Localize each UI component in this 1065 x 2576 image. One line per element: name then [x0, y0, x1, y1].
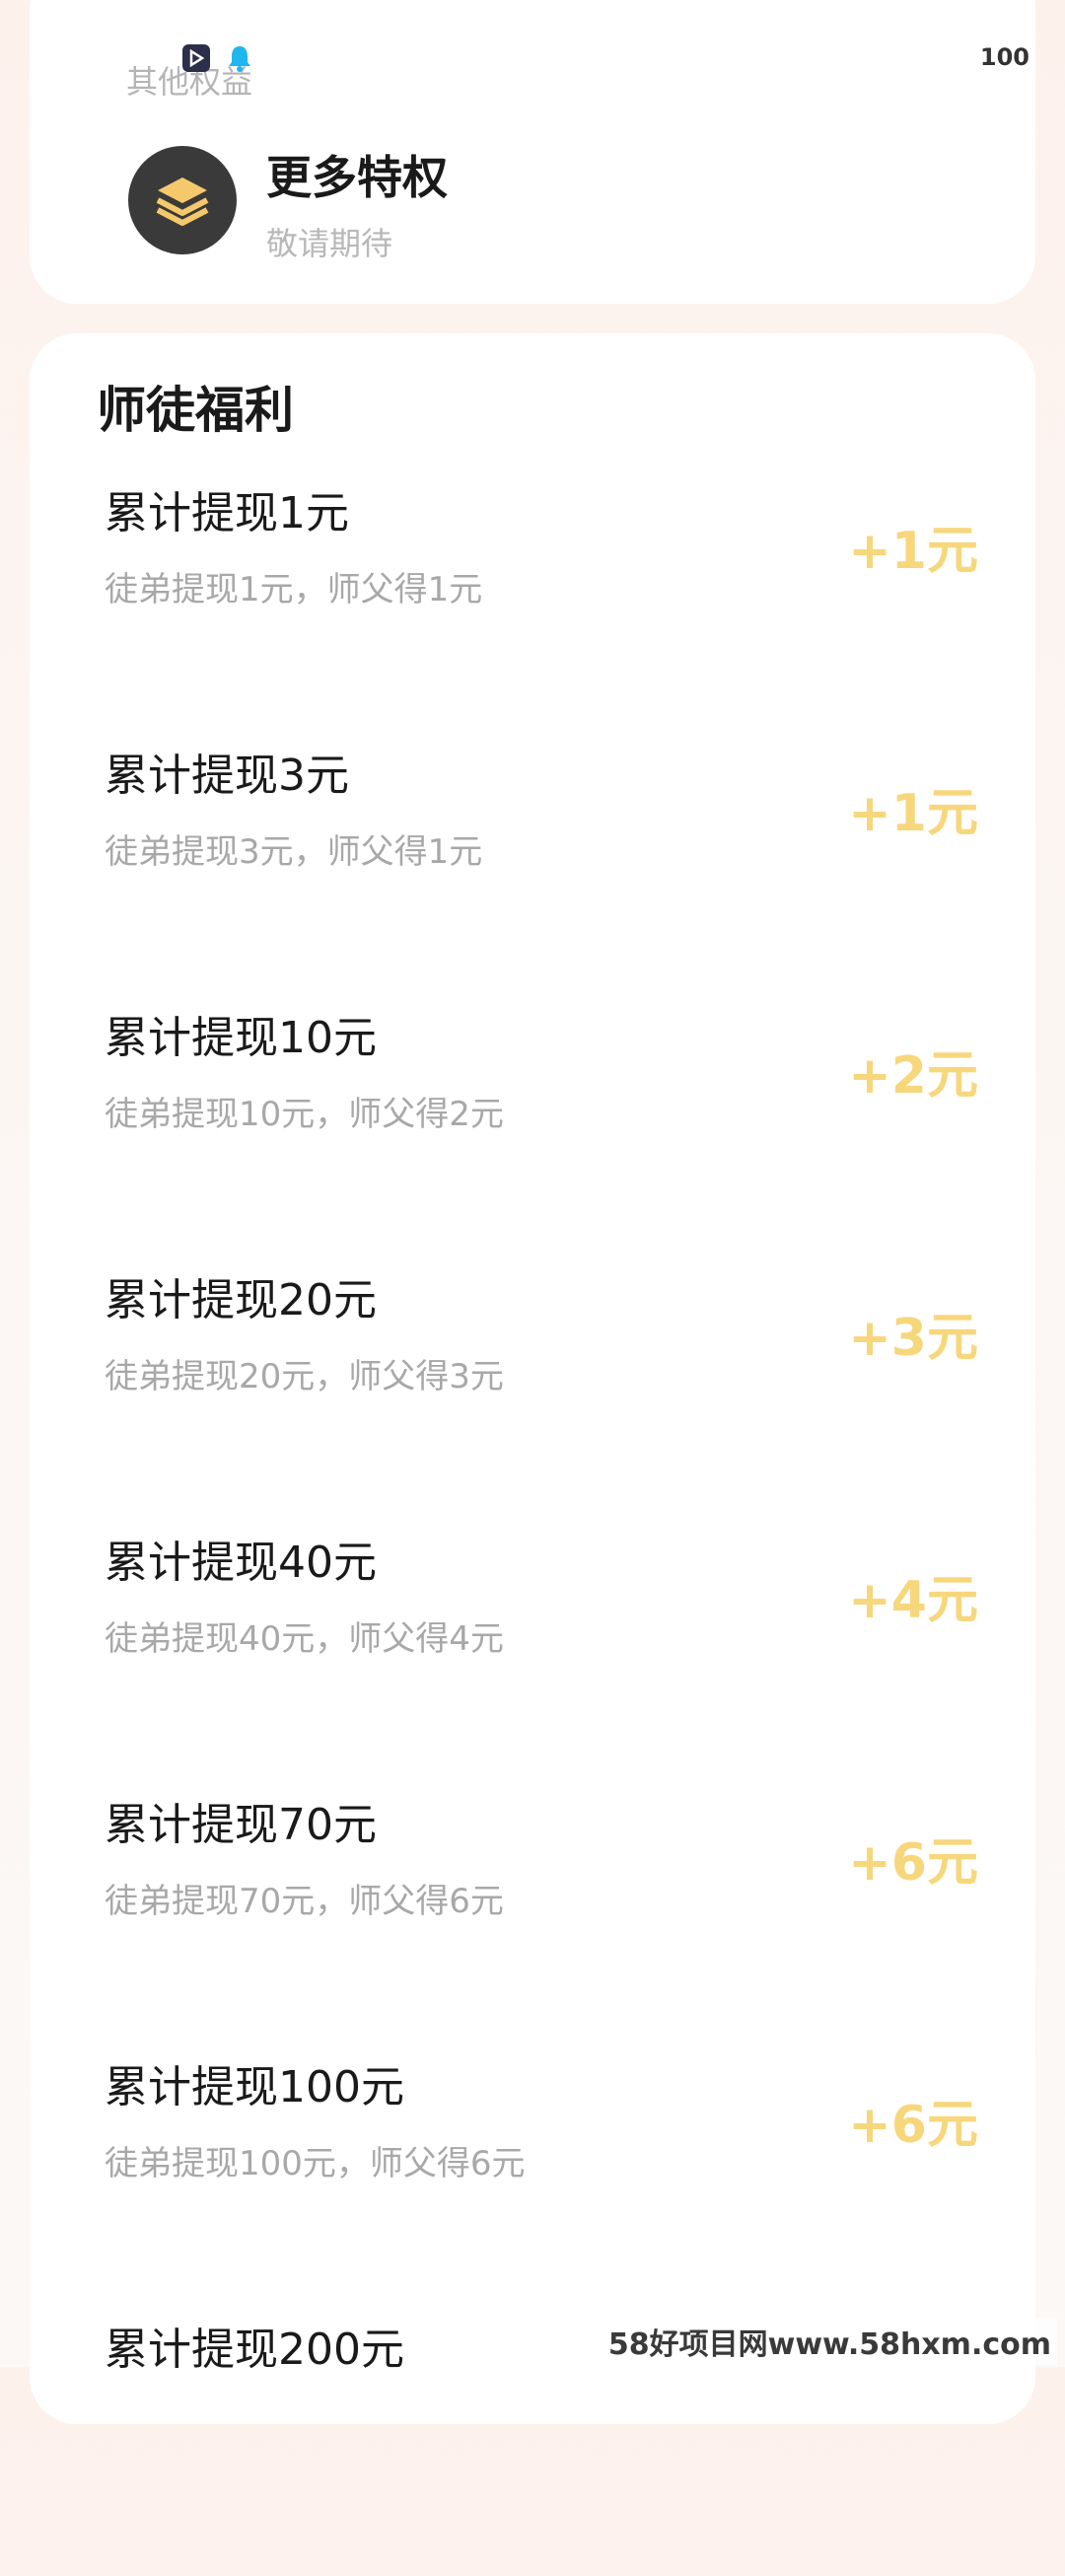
reward-item[interactable]: 累计提现20元 徒弟提现20元，师父得3元 +3元 — [30, 1264, 1035, 1527]
reward-item[interactable]: 累计提现3元 徒弟提现3元，师父得1元 +1元 — [30, 740, 1035, 1002]
reward-amount: +4元 — [848, 1571, 978, 1630]
reward-list: 累计提现1元 徒弟提现1元，师父得1元 +1元 累计提现3元 徒弟提现3元，师父… — [30, 477, 1035, 2576]
more-privileges-title[interactable]: 更多特权 — [266, 142, 448, 207]
reward-item[interactable]: 累计提现40元 徒弟提现40元，师父得4元 +4元 — [30, 1527, 1035, 1789]
video-app-icon — [179, 41, 213, 75]
section-title-mentor-benefits: 师徒福利 — [97, 382, 294, 439]
site-watermark: 58好项目网www.58hxm.com — [602, 2318, 1057, 2365]
reward-description: 徒弟提现70元，师父得6元 — [105, 1882, 504, 1921]
reward-amount: +6元 — [848, 2096, 978, 2155]
reward-item[interactable]: 累计提现10元 徒弟提现10元，师父得2元 +2元 — [30, 1002, 1035, 1264]
reward-title: 累计提现3元 — [105, 751, 349, 801]
reward-item[interactable]: 累计提现1元 徒弟提现1元，师父得1元 +1元 — [30, 477, 1035, 740]
reward-amount: +3元 — [848, 1309, 978, 1368]
reward-title: 累计提现100元 — [105, 2062, 404, 2112]
reward-title: 累计提现40元 — [105, 1538, 377, 1588]
reward-title: 累计提现20元 — [105, 1275, 377, 1325]
reward-description: 徒弟提现20元，师父得3元 — [105, 1357, 504, 1396]
status-bar-icons — [179, 41, 256, 75]
qq-bell-icon — [223, 41, 256, 75]
reward-title: 累计提现200元 — [105, 2325, 404, 2375]
more-privileges-subtitle: 敬请期待 — [266, 225, 393, 262]
layers-stack-icon — [128, 146, 237, 254]
reward-description: 徒弟提现1元，师父得1元 — [105, 570, 483, 609]
reward-description: 徒弟提现3元，师父得1元 — [105, 832, 483, 872]
reward-amount: +6元 — [848, 1833, 978, 1893]
reward-description: 徒弟提现100元，师父得6元 — [105, 2144, 526, 2183]
reward-item[interactable]: 累计提现100元 徒弟提现100元，师父得6元 +6元 — [30, 2051, 1035, 2314]
reward-description: 徒弟提现40元，师父得4元 — [105, 1619, 504, 1659]
reward-title: 累计提现70元 — [105, 1800, 377, 1850]
mentor-benefits-card: 师徒福利 累计提现1元 徒弟提现1元，师父得1元 +1元 累计提现3元 徒弟提现… — [30, 333, 1035, 2424]
reward-description: 徒弟提现10元，师父得2元 — [105, 1095, 504, 1134]
reward-title: 累计提现10元 — [105, 1013, 377, 1063]
reward-amount: +1元 — [848, 522, 978, 581]
status-value: 100 — [979, 43, 1030, 71]
reward-amount: +1元 — [848, 784, 978, 843]
reward-amount: +2元 — [848, 1046, 978, 1106]
reward-title: 累计提现1元 — [105, 488, 349, 538]
reward-item[interactable]: 累计提现70元 徒弟提现70元，师父得6元 +6元 — [30, 1789, 1035, 2051]
